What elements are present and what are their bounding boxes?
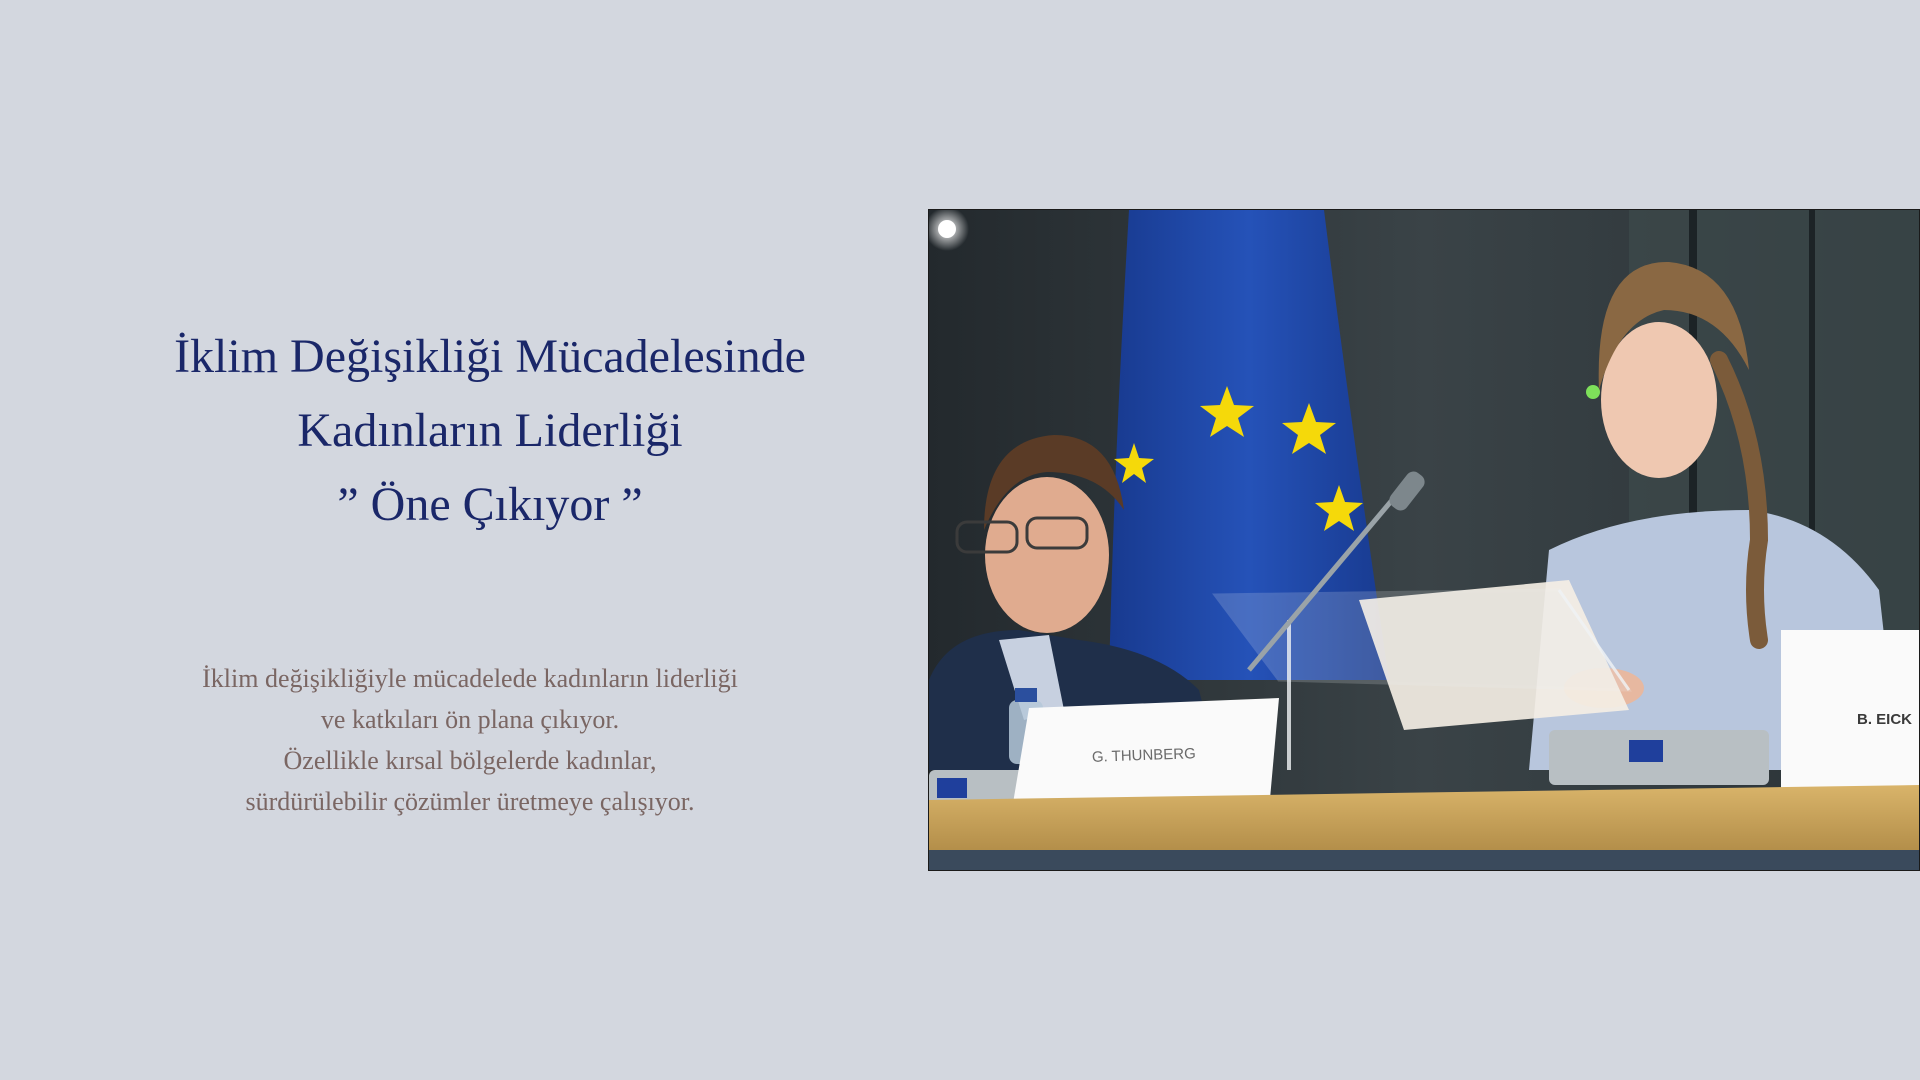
indicator-light [1586, 385, 1600, 399]
name-card-label-right: B. EICK [1857, 711, 1912, 728]
conference-photo: G. THUNBERG B. EICK [928, 209, 1920, 871]
name-card-label-left: G. THUNBERG [1092, 745, 1196, 766]
face [1601, 322, 1717, 478]
ceiling-light [938, 220, 956, 238]
name-card [1781, 630, 1919, 790]
conference-photo-illustration: G. THUNBERG B. EICK [929, 210, 1919, 870]
face [985, 477, 1109, 633]
title-line-3: ” Öne Çıkıyor ” [337, 478, 643, 531]
eu-logo-icon [937, 778, 967, 798]
body-line-3: Özellikle kırsal bölgelerde kadınlar, [283, 746, 657, 775]
body-line-4: sürdürülebilir çözümler üretmeye çalışıy… [245, 787, 695, 816]
eu-logo-icon [1629, 740, 1663, 762]
slide: İklim Değişikliği Mücadelesinde Kadınlar… [0, 0, 1920, 1080]
title-line-2: Kadınların Liderliği [297, 404, 683, 457]
bottle-cap [1015, 688, 1037, 702]
desk-front [929, 850, 1919, 870]
body-line-1: İklim değişikliğiyle mücadelede kadınlar… [202, 664, 738, 693]
slide-title: İklim Değişikliği Mücadelesinde Kadınlar… [90, 320, 890, 542]
slide-body-text: İklim değişikliğiyle mücadelede kadınlar… [90, 658, 850, 822]
title-line-1: İklim Değişikliği Mücadelesinde [174, 330, 806, 383]
body-line-2: ve katkıları ön plana çıkıyor. [320, 705, 620, 734]
